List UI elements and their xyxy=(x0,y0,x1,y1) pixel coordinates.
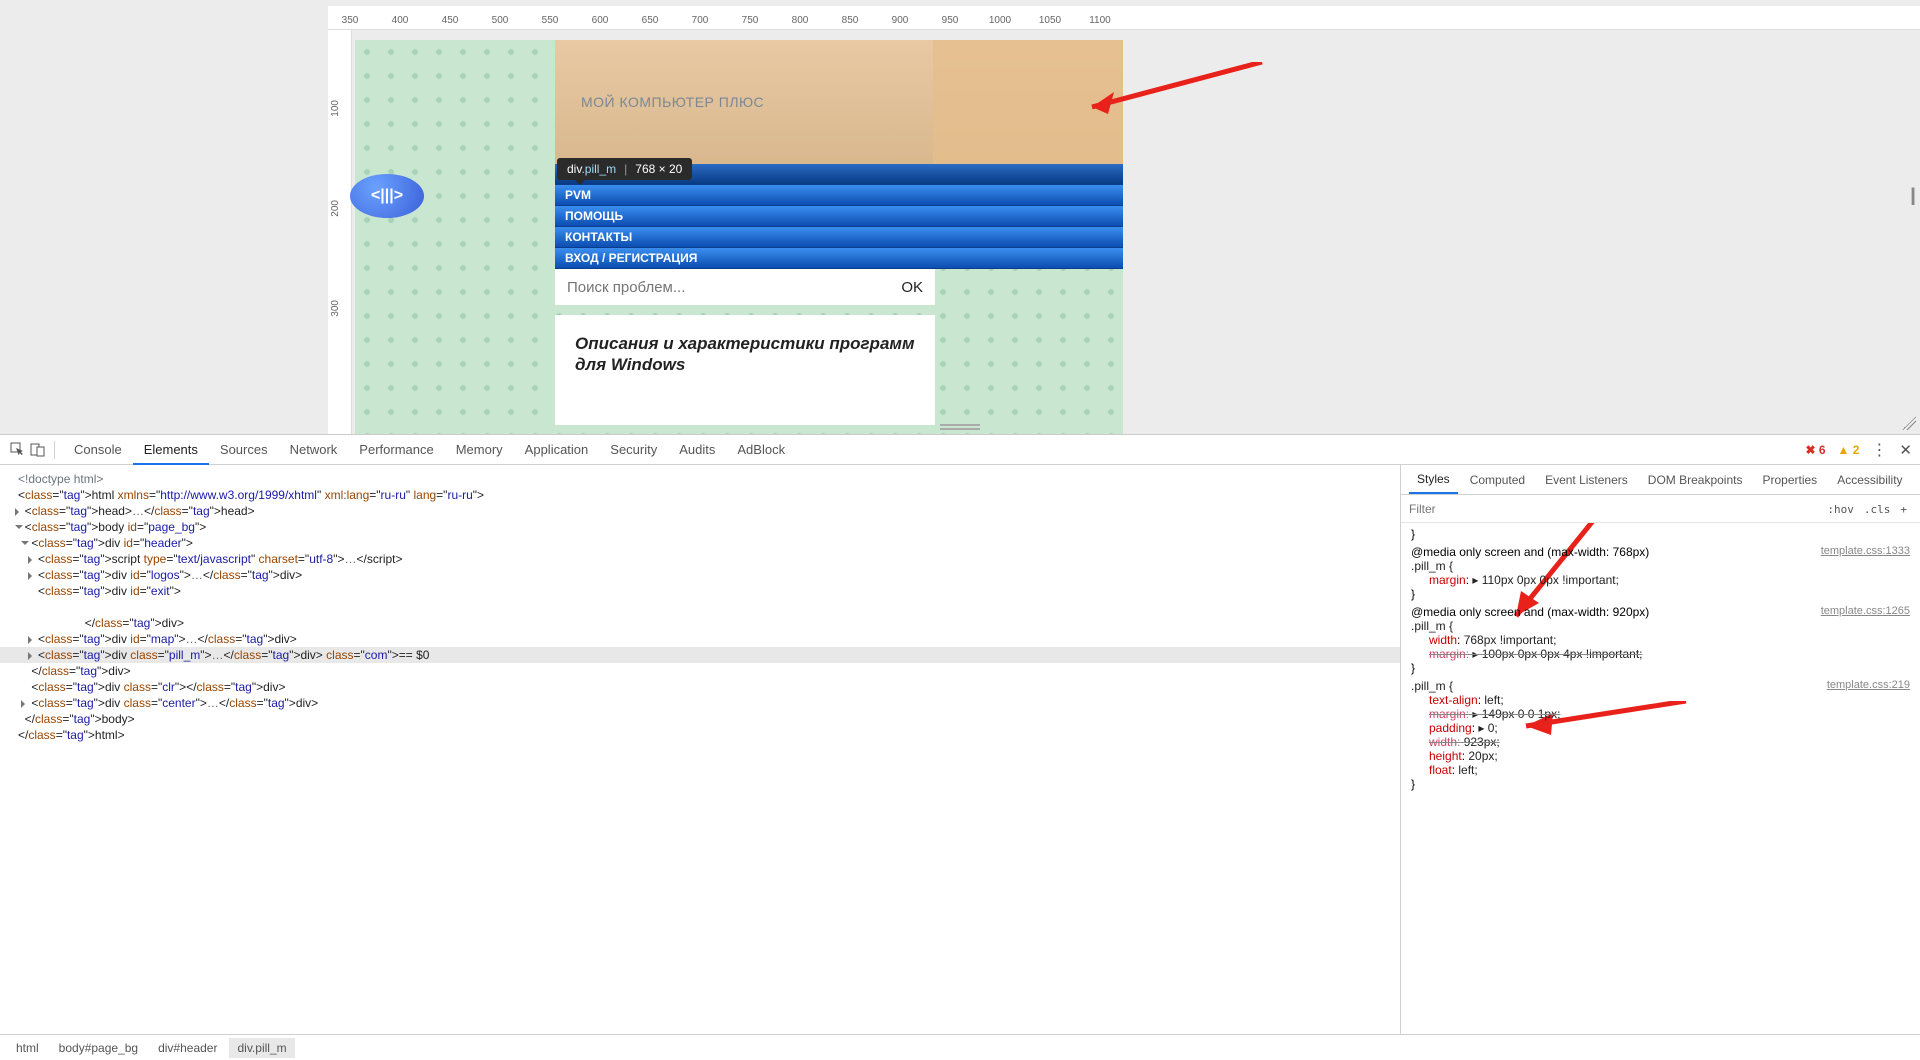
devtools-tab[interactable]: Security xyxy=(599,436,668,463)
error-count[interactable]: ✖ 6 xyxy=(1805,443,1825,457)
dom-node[interactable]: </class="tag">div> xyxy=(0,615,1400,631)
rendered-page: МОЙ КОМПЬЮТЕР ПЛЮС ГЛАВНАЯPVMПОМОЩЬКОНТА… xyxy=(355,40,1123,434)
site-title: МОЙ КОМПЬЮТЕР ПЛЮС xyxy=(581,94,764,110)
search-ok-button[interactable]: OK xyxy=(901,279,923,296)
dom-node[interactable]: <class="tag">script type="text/javascrip… xyxy=(0,551,1400,567)
device-toolbar-icon[interactable] xyxy=(28,441,46,459)
styles-tool[interactable]: + xyxy=(1895,501,1912,518)
styles-tab[interactable]: Styles xyxy=(1409,466,1458,494)
css-source-link[interactable]: template.css:219 xyxy=(1827,679,1910,691)
inspect-icon[interactable] xyxy=(8,441,26,459)
devtools-tab[interactable]: Memory xyxy=(445,436,514,463)
nav-item[interactable]: КОНТАКТЫ xyxy=(555,227,1123,248)
dom-node[interactable]: <class="tag">html xmlns="http://www.w3.o… xyxy=(0,487,1400,503)
devtools-tab[interactable]: Network xyxy=(279,436,349,463)
element-tooltip: div.pill_m | 768 × 20 xyxy=(557,158,692,180)
css-source-link[interactable]: template.css:1265 xyxy=(1821,605,1910,617)
resize-handle-vertical[interactable]: ||| xyxy=(1910,185,1912,206)
resize-handle-horizontal[interactable] xyxy=(940,424,980,430)
dom-node[interactable] xyxy=(0,599,1400,615)
ruler-horizontal: 3504004505005506006507007508008509009501… xyxy=(328,6,1920,30)
devtools-tab[interactable]: Audits xyxy=(668,436,726,463)
nav-item[interactable]: PVM xyxy=(555,185,1123,206)
dom-node[interactable]: <class="tag">div class="pill_m">…</class… xyxy=(0,647,1400,663)
css-rule[interactable]: template.css:1265@media only screen and … xyxy=(1411,605,1910,675)
dom-node[interactable]: <!doctype html> xyxy=(0,471,1400,487)
dom-node[interactable]: <class="tag">div id="exit"> xyxy=(0,583,1400,599)
warning-count[interactable]: ▲ 2 xyxy=(1838,443,1860,457)
styles-tool[interactable]: :hov xyxy=(1822,501,1859,518)
styles-tab[interactable]: Accessibility xyxy=(1829,467,1910,493)
styles-tool[interactable]: .cls xyxy=(1859,501,1896,518)
css-source-link[interactable]: template.css:1333 xyxy=(1821,545,1910,557)
search-input[interactable] xyxy=(567,279,891,296)
dom-node[interactable]: <class="tag">div id="map">…</class="tag"… xyxy=(0,631,1400,647)
kebab-icon[interactable]: ⋮ xyxy=(1871,440,1887,460)
styles-filter: :hov.cls+ xyxy=(1401,495,1920,523)
nav-item[interactable]: ПОМОЩЬ xyxy=(555,206,1123,227)
dom-node[interactable]: <class="tag">div class="clr"></class="ta… xyxy=(0,679,1400,695)
breadcrumb-item[interactable]: div.pill_m xyxy=(229,1038,294,1058)
css-rules[interactable]: } template.css:1333@media only screen and… xyxy=(1401,523,1920,1034)
search-row: OK xyxy=(555,269,935,305)
dom-node[interactable]: </class="tag">body> xyxy=(0,711,1400,727)
devtools-tab[interactable]: Elements xyxy=(133,436,209,465)
dom-node[interactable]: <class="tag">body id="page_bg"> xyxy=(0,519,1400,535)
styles-tab[interactable]: DOM Breakpoints xyxy=(1640,467,1751,493)
devtools-tab[interactable]: AdBlock xyxy=(726,436,796,463)
dom-node[interactable]: <class="tag">div class="center">…</class… xyxy=(0,695,1400,711)
dom-node[interactable]: <class="tag">head>…</class="tag">head> xyxy=(0,503,1400,519)
devtools-tabs: ConsoleElementsSourcesNetworkPerformance… xyxy=(0,435,1920,465)
resize-corner-icon[interactable] xyxy=(1902,416,1916,430)
highlight-overlay xyxy=(933,40,1123,182)
devtools-tab[interactable]: Console xyxy=(63,436,133,463)
content-heading: Описания и характеристики программ для W… xyxy=(575,333,915,376)
css-rule[interactable]: } xyxy=(1411,527,1910,541)
close-icon[interactable]: ✕ xyxy=(1899,441,1912,459)
breadcrumb-item[interactable]: div#header xyxy=(150,1038,225,1058)
dom-node[interactable]: <class="tag">div id="logos">…</class="ta… xyxy=(0,567,1400,583)
elements-tree[interactable]: <!doctype html><class="tag">html xmlns="… xyxy=(0,465,1400,1034)
styles-pane: StylesComputedEvent ListenersDOM Breakpo… xyxy=(1400,465,1920,1034)
dom-node[interactable]: </class="tag">html> xyxy=(0,727,1400,743)
inspect-badge[interactable]: <|||> xyxy=(350,174,424,218)
styles-filter-input[interactable] xyxy=(1409,502,1816,516)
breadcrumb-item[interactable]: body#page_bg xyxy=(51,1038,146,1058)
dom-node[interactable]: <class="tag">div id="header"> xyxy=(0,535,1400,551)
styles-tab[interactable]: Event Listeners xyxy=(1537,467,1636,493)
devtools-tab[interactable]: Performance xyxy=(348,436,444,463)
dom-node[interactable]: </class="tag">div> xyxy=(0,663,1400,679)
devtools-tab[interactable]: Sources xyxy=(209,436,279,463)
content-block: Описания и характеристики программ для W… xyxy=(555,315,935,425)
styles-tabs: StylesComputedEvent ListenersDOM Breakpo… xyxy=(1401,465,1920,495)
devtools-tab[interactable]: Application xyxy=(514,436,600,463)
styles-tab[interactable]: Computed xyxy=(1462,467,1533,493)
nav-item[interactable]: ВХОД / РЕГИСТРАЦИЯ xyxy=(555,248,1123,269)
css-rule[interactable]: template.css:1333@media only screen and … xyxy=(1411,545,1910,601)
breadcrumb-item[interactable]: html xyxy=(8,1038,47,1058)
breadcrumb[interactable]: htmlbody#page_bgdiv#headerdiv.pill_m xyxy=(0,1034,1920,1060)
styles-tab[interactable]: Properties xyxy=(1754,467,1825,493)
devtools-panel: ConsoleElementsSourcesNetworkPerformance… xyxy=(0,434,1920,1060)
ruler-vertical: 100200300 xyxy=(328,30,352,434)
css-rule[interactable]: template.css:219.pill_m {text-align: lef… xyxy=(1411,679,1910,791)
devtools-viewport: 3504004505005506006507007508008509009501… xyxy=(0,0,1920,434)
